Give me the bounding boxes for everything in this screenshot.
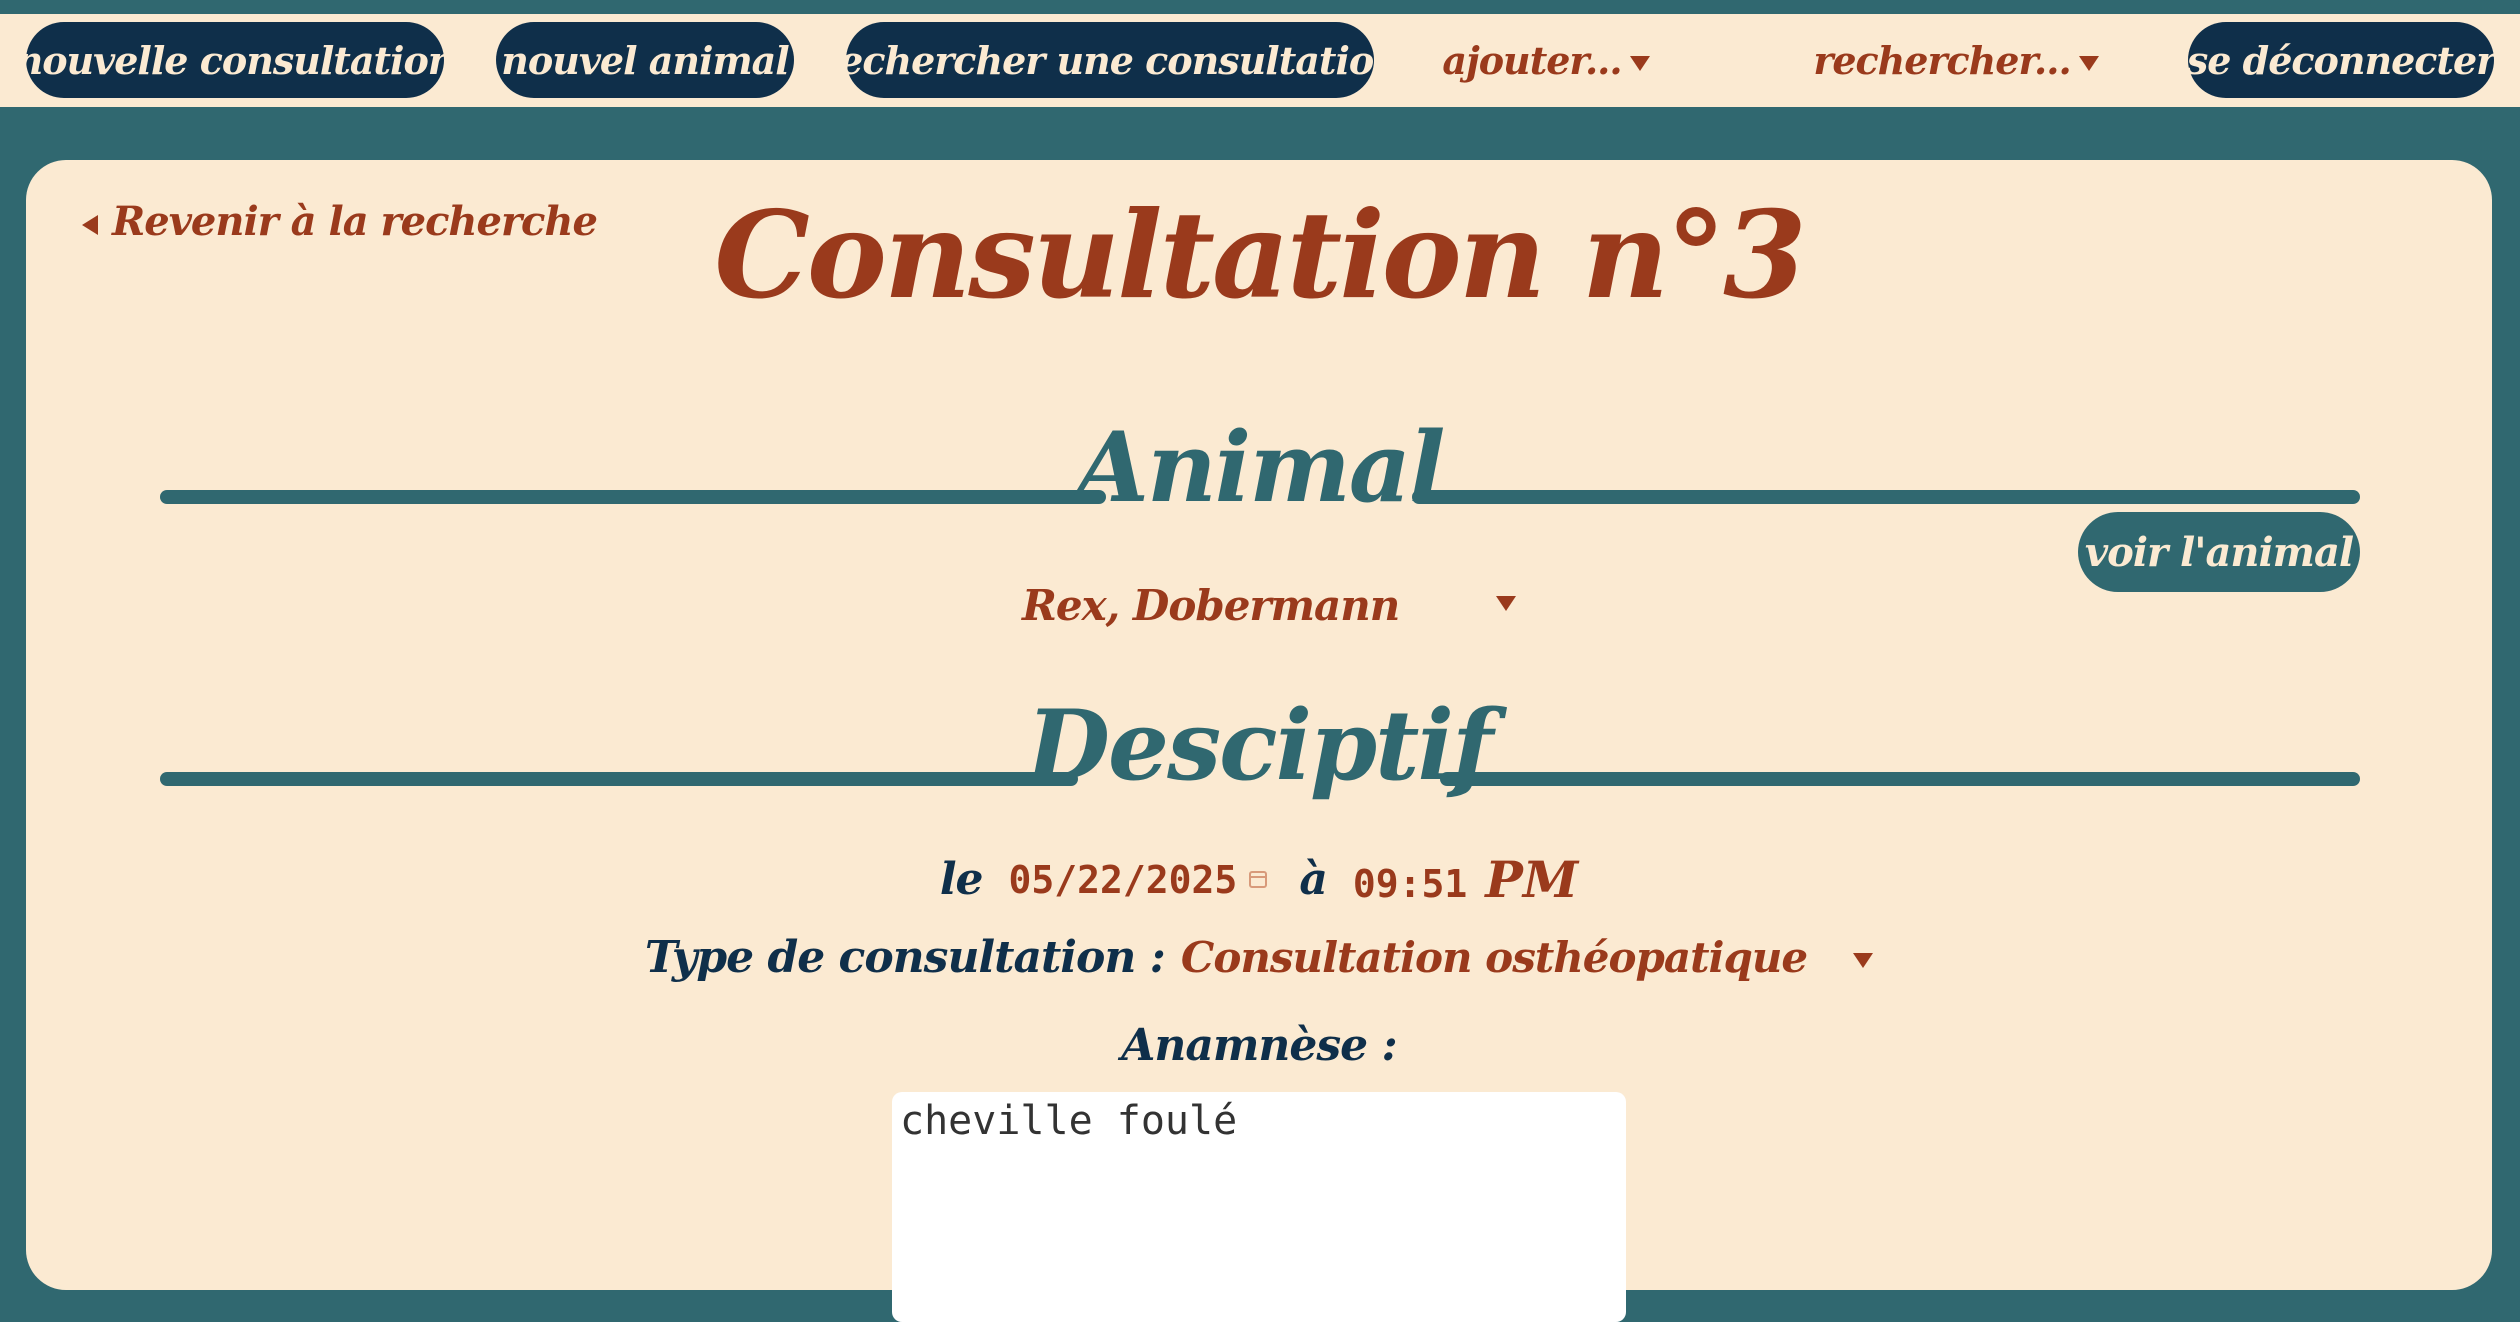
new-consultation-button[interactable]: nouvelle consultation bbox=[16, 22, 455, 98]
anamnesis-textarea[interactable]: cheville foulé bbox=[892, 1092, 1626, 1322]
page-title: Consultation n°3 bbox=[714, 185, 1806, 326]
top-nav-bar: nouvelle consultation nouvel animal rech… bbox=[0, 14, 2520, 107]
search-dropdown-label: rechercher... bbox=[1813, 37, 2071, 83]
section-divider-right bbox=[1412, 490, 2360, 504]
time-ampm: PM bbox=[1485, 850, 1579, 909]
top-stripe bbox=[0, 0, 2520, 14]
logout-button[interactable]: se déconnecter bbox=[2187, 22, 2496, 98]
date-label: le bbox=[939, 854, 984, 905]
view-animal-button[interactable]: voir l'animal bbox=[2078, 512, 2360, 592]
time-value: 09:51 bbox=[1352, 862, 1468, 906]
date-time-row: le 05/22/2025 à 09:51 PM bbox=[26, 850, 2492, 909]
consultation-type-label: Type de consultation : bbox=[644, 932, 1166, 983]
consultation-type-select[interactable]: Consultation osthéopatique bbox=[1180, 933, 1874, 982]
section-divider-right bbox=[1440, 772, 2360, 786]
search-consultation-button[interactable]: rechercher une consultation bbox=[820, 22, 1401, 98]
animal-select[interactable]: Rex, Dobermann bbox=[1022, 570, 1532, 640]
consultation-card: Revenir à la recherche Consultation n°3 … bbox=[26, 160, 2492, 1322]
date-input[interactable]: 05/22/2025 bbox=[1009, 858, 1268, 902]
chevron-down-icon bbox=[2078, 55, 2099, 71]
chevron-down-icon bbox=[1629, 55, 1650, 71]
animal-select-value: Rex, Dobermann bbox=[1022, 580, 1400, 630]
chevron-down-icon bbox=[1853, 953, 1874, 968]
time-input[interactable]: 09:51 PM bbox=[1353, 850, 1578, 909]
time-label: à bbox=[1299, 854, 1327, 905]
new-animal-button[interactable]: nouvel animal bbox=[496, 22, 794, 98]
consultation-type-value: Consultation osthéopatique bbox=[1180, 933, 1808, 982]
chevron-down-icon bbox=[1496, 596, 1516, 611]
anamnesis-label: Anamnèse : bbox=[1121, 1020, 1398, 1071]
date-value: 05/22/2025 bbox=[1008, 857, 1238, 902]
search-dropdown[interactable]: rechercher... bbox=[1813, 22, 2099, 98]
calendar-icon[interactable] bbox=[1249, 871, 1268, 888]
add-dropdown-label: ajouter... bbox=[1442, 37, 1622, 83]
consultation-type-row: Type de consultation : Consultation osth… bbox=[26, 932, 2492, 983]
add-dropdown[interactable]: ajouter... bbox=[1440, 22, 1652, 98]
